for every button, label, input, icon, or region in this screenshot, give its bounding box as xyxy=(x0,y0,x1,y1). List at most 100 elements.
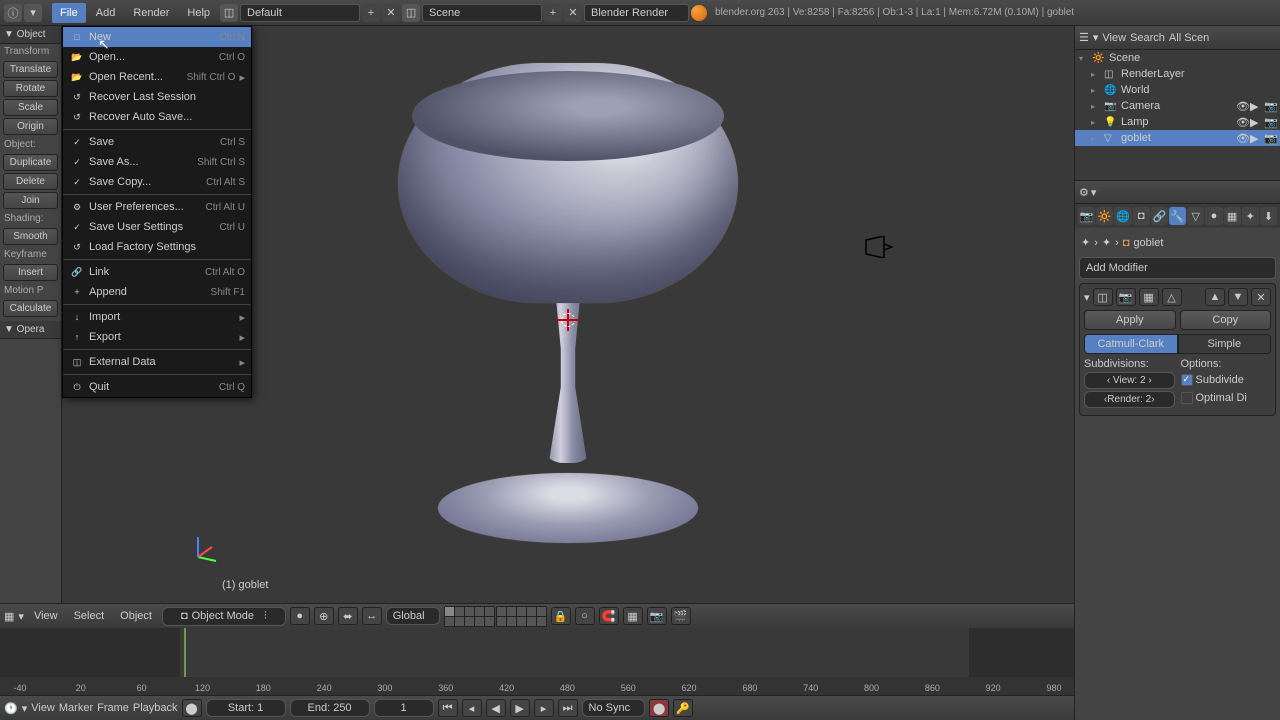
scene-add-icon[interactable]: + xyxy=(544,4,562,22)
file-menu-item[interactable]: ✓Save As...Shift Ctrl S xyxy=(63,152,251,172)
render-engine-dropdown[interactable]: Blender Render xyxy=(584,4,689,22)
menu-help[interactable]: Help xyxy=(179,3,218,23)
toolshelf-button[interactable]: Duplicate xyxy=(3,154,58,171)
view3d-menu-select[interactable]: Select xyxy=(68,607,111,625)
scene-dropdown[interactable]: Scene xyxy=(422,4,542,22)
subsurf-simple-tab[interactable]: Simple xyxy=(1178,334,1272,354)
tab-modifiers-icon[interactable]: 🔧 xyxy=(1169,207,1186,225)
tab-material-icon[interactable]: ● xyxy=(1205,207,1222,225)
outliner-row[interactable]: ▸▽goblet👁▶📷 xyxy=(1075,130,1280,146)
disclosure-icon[interactable]: ▸ xyxy=(1091,118,1101,127)
modifier-realtime-icon[interactable]: ◫ xyxy=(1093,288,1113,306)
file-menu-item[interactable]: ✓Save Copy...Ctrl Alt S xyxy=(63,172,251,192)
modifier-expand-icon[interactable]: ▾ xyxy=(1084,291,1090,304)
timeline-area[interactable]: -402060120180240300360420480560620680740… xyxy=(0,628,1074,695)
disclosure-icon[interactable]: ▸ xyxy=(1091,86,1101,95)
manipulator-icon[interactable]: ⬌ xyxy=(338,607,358,625)
file-menu-item[interactable]: 📂Open Recent...Shift Ctrl O▸ xyxy=(63,67,251,87)
timeline-editor-icon[interactable]: 🕐 xyxy=(4,702,18,715)
disclosure-icon[interactable]: ▸ xyxy=(1091,70,1101,79)
file-menu-item[interactable]: ↺Recover Last Session xyxy=(63,87,251,107)
outliner-expand-icon[interactable]: ▾ xyxy=(1093,31,1099,44)
subsurf-catmull-tab[interactable]: Catmull-Clark xyxy=(1084,334,1178,354)
outliner-row[interactable]: ▸◫RenderLayer xyxy=(1075,66,1280,82)
mode-dropdown[interactable]: ◘Object Mode⫶ xyxy=(162,607,286,626)
outliner-row[interactable]: ▸📷Camera👁▶📷 xyxy=(1075,98,1280,114)
menu-file[interactable]: File xyxy=(52,3,86,23)
restrict-view-icon[interactable]: 👁 xyxy=(1236,100,1248,112)
view3d-expand-icon[interactable]: ▾ xyxy=(18,610,24,623)
timeline-expand-icon[interactable]: ▾ xyxy=(22,702,28,715)
file-menu-item[interactable]: ↺Load Factory Settings xyxy=(63,237,251,257)
toolshelf-header[interactable]: ▼ Object xyxy=(0,26,61,44)
menu-render[interactable]: Render xyxy=(125,3,177,23)
play-reverse-icon[interactable]: ◀ xyxy=(486,699,506,717)
file-menu-item[interactable]: ◫External Data▸ xyxy=(63,352,251,372)
timeline-menu-view[interactable]: View xyxy=(31,702,55,714)
restrict-select-icon[interactable]: ▶ xyxy=(1250,116,1262,128)
subsurf-view-field[interactable]: ‹ View: 2 › xyxy=(1084,372,1175,389)
editor-type-icon[interactable]: ⓘ xyxy=(4,4,22,22)
snap-type-icon[interactable]: ▦ xyxy=(623,607,643,625)
file-menu-item[interactable]: ↺Recover Auto Save... xyxy=(63,107,251,127)
layout-delete-icon[interactable]: ✕ xyxy=(382,4,400,22)
sync-dropdown[interactable]: No Sync xyxy=(582,699,646,717)
view3d-menu-view[interactable]: View xyxy=(28,607,64,625)
subdivide-uvs-checkbox[interactable] xyxy=(1181,374,1193,386)
disclosure-icon[interactable]: ▾ xyxy=(1079,54,1089,63)
frame-end-field[interactable]: End: 250 xyxy=(290,699,370,717)
shading-solid-icon[interactable]: ● xyxy=(290,607,310,625)
toolshelf-button[interactable]: Origin xyxy=(3,118,58,135)
toolshelf-button[interactable]: Join xyxy=(3,192,58,209)
screen-browse-icon[interactable]: ◫ xyxy=(220,4,238,22)
modifier-editmode-icon[interactable]: ▦ xyxy=(1139,288,1159,306)
tab-data-icon[interactable]: ▽ xyxy=(1187,207,1204,225)
toolshelf-button[interactable]: Rotate xyxy=(3,80,58,97)
add-modifier-dropdown[interactable]: Add Modifier xyxy=(1079,257,1276,279)
file-menu-item[interactable]: ↓Import▸ xyxy=(63,307,251,327)
breadcrumb-object-icon[interactable]: ✦ xyxy=(1102,236,1111,249)
outliner-tree[interactable]: ▾🔆Scene▸◫RenderLayer▸🌐World▸📷Camera👁▶📷▸💡… xyxy=(1075,50,1280,180)
outliner-row[interactable]: ▸💡Lamp👁▶📷 xyxy=(1075,114,1280,130)
file-menu-item[interactable]: □NewCtrl N xyxy=(63,27,251,47)
render-anim-icon[interactable]: 🎬 xyxy=(671,607,691,625)
file-menu-item[interactable]: ⚙User Preferences...Ctrl Alt U xyxy=(63,197,251,217)
modifier-render-icon[interactable]: 📷 xyxy=(1116,288,1136,306)
keyframe-next-icon[interactable]: ▸ xyxy=(534,699,554,717)
timeline-menu-frame[interactable]: Frame xyxy=(97,702,129,714)
play-icon[interactable]: ▶ xyxy=(510,699,530,717)
restrict-view-icon[interactable]: 👁 xyxy=(1236,132,1248,144)
layout-add-icon[interactable]: + xyxy=(362,4,380,22)
outliner-editor-icon[interactable]: ☰ xyxy=(1079,31,1089,44)
layer-buttons[interactable] xyxy=(444,606,547,627)
file-menu-item[interactable]: ✓Save User SettingsCtrl U xyxy=(63,217,251,237)
expand-icon[interactable]: ▾ xyxy=(24,4,42,22)
toolshelf-button[interactable]: Calculate xyxy=(3,300,58,317)
snap-icon[interactable]: 🧲 xyxy=(599,607,619,625)
frame-current-field[interactable]: 1 xyxy=(374,699,434,717)
manipulator-translate-icon[interactable]: ↔ xyxy=(362,607,382,625)
breadcrumb-scene-icon[interactable]: ✦ xyxy=(1081,236,1090,249)
timeline-menu-marker[interactable]: Marker xyxy=(59,702,93,714)
file-menu-item[interactable]: ✓SaveCtrl S xyxy=(63,132,251,152)
timeline-menu-playback[interactable]: Playback xyxy=(133,702,178,714)
modifier-apply-button[interactable]: Apply xyxy=(1084,310,1176,330)
modifier-cage-icon[interactable]: △ xyxy=(1162,288,1182,306)
menu-add[interactable]: Add xyxy=(88,3,124,23)
restrict-view-icon[interactable]: 👁 xyxy=(1236,116,1248,128)
properties-expand-icon[interactable]: ▾ xyxy=(1091,186,1097,199)
keying-set-icon[interactable]: 🔑 xyxy=(673,699,693,717)
pivot-icon[interactable]: ⊕ xyxy=(314,607,334,625)
tab-object-icon[interactable]: ◘ xyxy=(1133,207,1150,225)
tab-physics-icon[interactable]: ⬇ xyxy=(1260,207,1277,225)
outliner-row[interactable]: ▸🌐World xyxy=(1075,82,1280,98)
modifier-movedown-icon[interactable]: ▼ xyxy=(1228,288,1248,306)
tab-texture-icon[interactable]: ▦ xyxy=(1224,207,1241,225)
jump-end-icon[interactable]: ⏭ xyxy=(558,699,578,717)
tab-render-icon[interactable]: 📷 xyxy=(1078,207,1095,225)
outliner-filter-dropdown[interactable]: All Scen xyxy=(1169,32,1219,44)
file-menu-item[interactable]: 🔗LinkCtrl Alt O xyxy=(63,262,251,282)
scene-delete-icon[interactable]: ✕ xyxy=(564,4,582,22)
operator-panel-header[interactable]: ▼ Opera xyxy=(0,321,61,339)
view3d-editor-icon[interactable]: ▦ xyxy=(4,610,14,623)
